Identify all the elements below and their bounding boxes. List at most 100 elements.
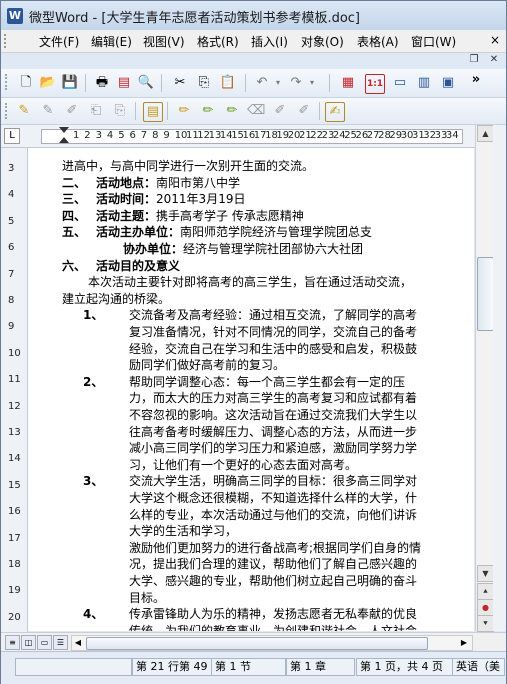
columns-icon[interactable]: ▥ <box>415 74 433 92</box>
horizontal-scrollbar[interactable]: ◀ ▶ <box>71 635 473 651</box>
heading-value[interactable]: 经济与管理学院社团部协六大社团 <box>183 242 363 256</box>
heading-value[interactable]: 南阳市第八中学 <box>156 176 240 190</box>
print-layout-icon[interactable]: ▭ <box>37 635 52 650</box>
word-app-icon[interactable]: W <box>7 8 23 24</box>
cut-icon[interactable]: ✂ <box>171 74 189 92</box>
list-item-number[interactable]: 1、 <box>83 306 103 323</box>
clear-ink-icon[interactable]: ✐ <box>271 102 289 120</box>
list-item-line[interactable]: 传统，为我们的教育事业、为创建和谐社会、人文社会 <box>129 622 417 631</box>
scroll-down-icon[interactable]: ▼ <box>477 565 494 582</box>
previous-page-icon[interactable]: ⯅ <box>477 583 494 600</box>
undo-dropdown-icon[interactable]: ▾ <box>269 74 287 92</box>
heading-label[interactable]: 活动时间：2011年3月19日 <box>96 190 245 207</box>
document-page[interactable]: 进高中，与高中同学进行一次别开生面的交流。 二、 活动地点：南阳市第八中学 三、 活动时… <box>28 148 474 631</box>
list-item-line[interactable]: 帮助同学调整心态：每一个高三学生都会有一定的压 <box>129 373 405 390</box>
list-item-line[interactable]: 减小高三同学们的学习压力和紧迫感，激励同学努力学 <box>129 439 417 456</box>
heading-number[interactable]: 四、 <box>62 207 86 224</box>
list-item-line[interactable]: 激励他们更加努力的进行备战高考;根据同学们自身的情 <box>129 539 421 556</box>
list-item-line[interactable]: 么样的专业，本次活动通过与他们的交流，向他们讲诉 <box>129 506 417 523</box>
toolbar-overflow-icon[interactable]: » <box>467 71 485 89</box>
horizontal-ruler[interactable]: L 1 2 3 4 5 6 7 8 9 10 11 12 13 14 15 16 17 18 19 20 21 22 23 2… <box>1 125 506 148</box>
scroll-left-icon[interactable]: ◀ <box>72 637 84 649</box>
list-item-line[interactable]: 习，让他们有一个更好的心态去面对高考。 <box>129 456 357 473</box>
menu-view[interactable]: 视图(V) <box>143 33 185 50</box>
list-item-number[interactable]: 3、 <box>83 472 103 489</box>
menu-object[interactable]: 对象(O) <box>301 33 344 50</box>
edit-note-icon[interactable]: ✍ <box>325 102 345 122</box>
page-number-icon[interactable]: 1:1 <box>365 74 385 94</box>
green-pen-icon[interactable]: ✏ <box>199 102 217 120</box>
list-item-line[interactable]: 往高考备考时缓解压力、调整心态的方法，从而进一步 <box>129 423 417 440</box>
toolbar-grip[interactable] <box>5 74 10 90</box>
page-view-icon[interactable]: ▭ <box>391 74 409 92</box>
list-item-line[interactable]: 励同学们做好高考前的复习。 <box>129 356 285 373</box>
first-line-indent-marker[interactable] <box>59 127 69 133</box>
list-item-number[interactable]: 2、 <box>83 373 103 390</box>
heading-value[interactable]: 南阳师范学院经济与管理学院团总支 <box>180 225 372 239</box>
vertical-scrollbar[interactable]: ▲ ▼ ⯅ ● ⯆ <box>475 125 494 632</box>
restore-icon[interactable]: ❐ <box>466 53 482 67</box>
list-item-line[interactable]: 大学的生活和学习， <box>129 522 237 539</box>
heading-label[interactable]: 活动主办单位：南阳师范学院经济与管理学院团总支 <box>96 223 372 240</box>
heading-number[interactable]: 五、 <box>62 223 86 240</box>
highlight-pen-icon[interactable]: ✏ <box>175 102 193 120</box>
redo-dropdown-icon[interactable]: ▾ <box>303 74 321 92</box>
print-icon[interactable]: 🖶 <box>93 74 111 92</box>
list-item-line[interactable]: 力，而太大的压力对高三学生的高考复习和应试都有着 <box>129 389 417 406</box>
list-item-line[interactable]: 大学、感兴趣的专业，帮助他们树立起自己明确的奋斗 <box>129 572 417 589</box>
menu-file[interactable]: 文件(F) <box>39 33 79 50</box>
heading-number[interactable]: 三、 <box>62 190 86 207</box>
save-icon[interactable]: 💾 <box>61 74 79 92</box>
close-small-icon[interactable]: ✕ <box>486 53 502 67</box>
heading-label[interactable]: 活动地点：南阳市第八中学 <box>96 174 240 191</box>
list-item-line[interactable]: 传承雷锋助人为乐的精神，发扬志愿者无私奉献的优良 <box>129 605 417 622</box>
accept-change-icon[interactable]: ✎ <box>39 102 57 120</box>
list-item-line[interactable]: 经验，交流自己在学习和生活中的感受和启发，积极鼓 <box>129 340 417 357</box>
tab-stop-button[interactable]: L <box>4 128 20 144</box>
heading-number[interactable]: 六、 <box>62 257 86 274</box>
scroll-right-icon[interactable]: ▶ <box>458 637 470 649</box>
select-browse-object-icon[interactable]: ● <box>477 599 494 616</box>
open-folder-icon[interactable]: 📂 <box>39 74 57 92</box>
full-screen-icon[interactable]: ▣ <box>439 74 457 92</box>
paragraph-line[interactable]: 建立起沟通的桥梁。 <box>62 290 170 307</box>
menu-insert[interactable]: 插入(I) <box>251 33 288 50</box>
menu-table[interactable]: 表格(A) <box>357 33 399 50</box>
list-item-line[interactable]: 目标。 <box>129 589 165 606</box>
heading-label[interactable]: 活动主题：携手高考学子 传承志愿精神 <box>96 207 304 224</box>
normal-view-icon[interactable]: ≡ <box>5 635 20 650</box>
horizontal-scroll-thumb[interactable] <box>86 637 428 650</box>
copy-icon[interactable]: ⎘ <box>195 74 213 92</box>
reject-change-icon[interactable]: ✐ <box>63 102 81 120</box>
heading-label[interactable]: 协办单位：经济与管理学院社团部协六大社团 <box>123 240 363 257</box>
track-changes-icon[interactable]: ✎ <box>15 102 33 120</box>
list-item-line[interactable]: 复习准备情况，针对不同情况的同学，交流自己的备考 <box>129 323 417 340</box>
list-item-number[interactable]: 4、 <box>83 605 103 622</box>
menu-edit[interactable]: 编辑(E) <box>91 33 132 50</box>
scroll-up-icon[interactable]: ▲ <box>477 125 494 142</box>
next-change-icon[interactable]: ⎘ <box>111 102 129 120</box>
web-view-icon[interactable]: ◫ <box>21 635 36 650</box>
outline-view-icon[interactable]: ☰ <box>53 635 68 650</box>
list-item-line[interactable]: 交流大学生活，明确高三同学的目标：很多高三同学对 <box>129 472 417 489</box>
export-pdf-icon[interactable]: ▤ <box>115 74 133 92</box>
next-page-icon[interactable]: ⯆ <box>477 615 494 632</box>
heading-value[interactable]: 2011年3月19日 <box>156 192 245 206</box>
scroll-thumb[interactable] <box>477 257 494 331</box>
menu-window[interactable]: 窗口(W) <box>411 33 456 50</box>
list-item-line[interactable]: 况，提出我们合理的建议，帮助他们了解自己感兴趣的 <box>129 555 417 572</box>
list-item-line[interactable]: 交流备考及高考经验：通过相互交流，了解同学的高考 <box>129 306 417 323</box>
comment-icon[interactable]: ▤ <box>143 102 163 122</box>
heading-label[interactable]: 活动目的及意义 <box>96 257 180 274</box>
list-item-line[interactable]: 不容忽视的影响。这次活动旨在通过交流我们大学生以 <box>129 406 417 423</box>
paragraph-line[interactable]: 本次活动主要针对即将高考的高三学生，旨在通过活动交流， <box>88 273 412 290</box>
delete-ink-icon[interactable]: ✐ <box>295 102 313 120</box>
paragraph-line[interactable]: 进高中，与高中同学进行一次别开生面的交流。 <box>62 157 314 174</box>
eraser-icon[interactable]: ⌫ <box>247 102 265 120</box>
close-document-icon[interactable]: × <box>488 33 502 47</box>
status-language[interactable]: 英语（美 <box>452 658 505 676</box>
previous-change-icon[interactable]: ⎗ <box>87 102 105 120</box>
insert-table-icon[interactable]: ▦ <box>339 74 357 92</box>
list-item-line[interactable]: 大学这个概念还很模糊，不知道选择什么样的大学，什 <box>129 489 417 506</box>
paste-icon[interactable]: 📋 <box>219 74 237 92</box>
